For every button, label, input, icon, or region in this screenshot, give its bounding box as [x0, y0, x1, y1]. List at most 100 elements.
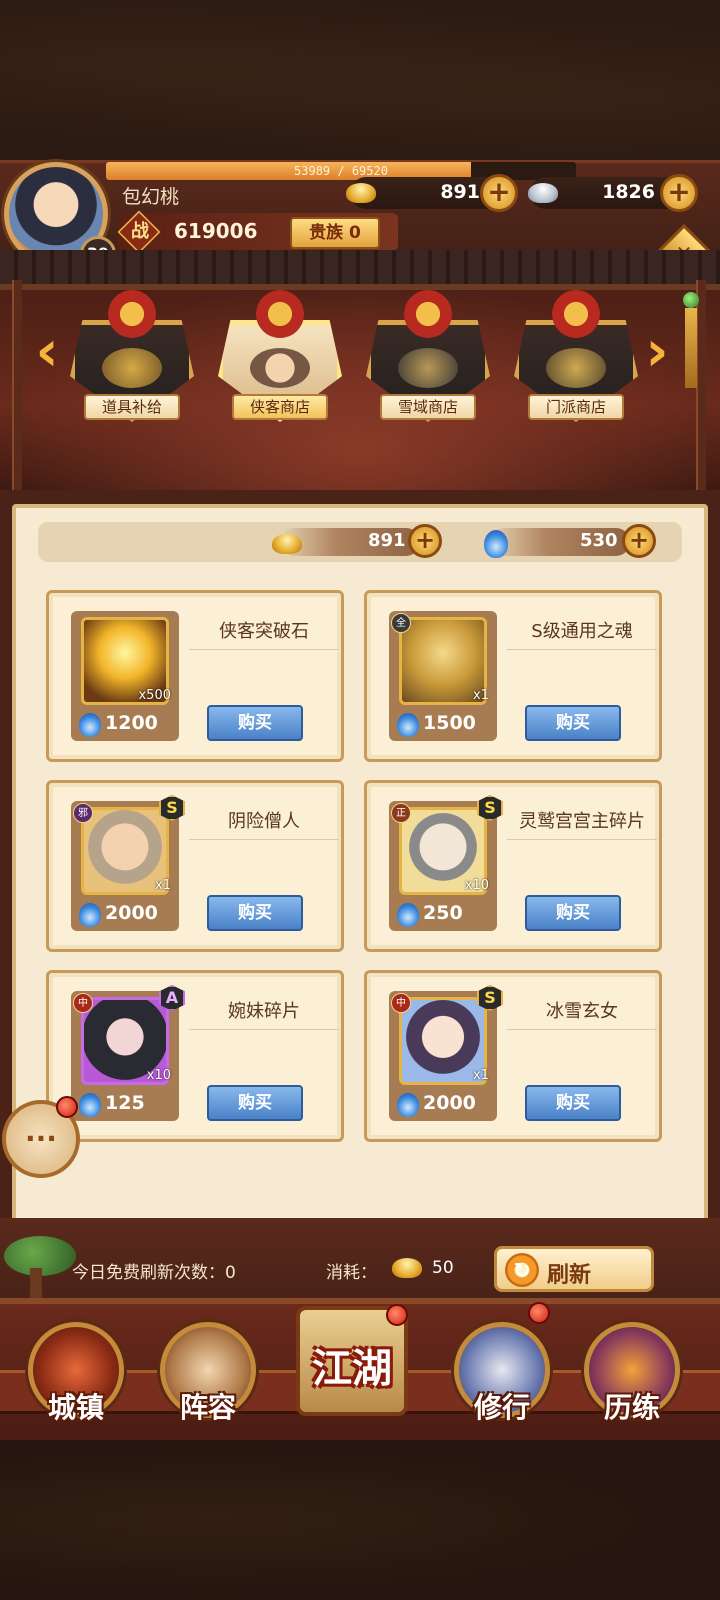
refresh-icon: ↻: [505, 1253, 539, 1287]
free-refresh-text: 今日免费刷新次数：0: [72, 1258, 236, 1283]
blue-soul-flame-icon: [79, 1093, 101, 1117]
item-quantity: x1: [155, 878, 171, 893]
item-frame: 中 A x10 125: [71, 985, 185, 1121]
refresh-button[interactable]: ↻ 刷新: [494, 1246, 654, 1292]
knot-ornament-icon: [256, 290, 304, 338]
consume-label: 消耗：: [326, 1263, 377, 1283]
blue-soul-flame-icon: [397, 903, 419, 927]
buy-button[interactable]: 购买: [525, 1085, 621, 1121]
item-frame: 全 x1 1500: [389, 611, 497, 741]
shop-item-card: 中 A x10 125 婉妹碎片 购买: [46, 970, 344, 1142]
shop-item-card: 中 S x1 2000 冰雪玄女 购买: [364, 970, 662, 1142]
blue-soul-flame-icon: [484, 530, 508, 558]
consume-value: 50: [432, 1258, 454, 1278]
item-name: 阴险僧人: [189, 807, 339, 840]
tassel-decoration: [685, 308, 697, 388]
gold-value: 891: [440, 181, 480, 203]
gold-ingot-icon: [392, 1258, 422, 1278]
jade-bead-icon: [683, 292, 699, 308]
item-quantity: x10: [146, 1068, 171, 1083]
item-quantity: x10: [464, 878, 489, 893]
tab-hero-shop[interactable]: 侠客商店: [218, 290, 342, 422]
tab-label: 雪域商店: [380, 394, 476, 420]
item-quantity: x1: [473, 1068, 489, 1083]
combat-power-value: 619006: [174, 219, 258, 243]
item-price: 2000: [423, 1092, 476, 1114]
item-frame: 正 S x10 250: [389, 795, 503, 931]
item-price: 2000: [105, 902, 158, 924]
buy-button[interactable]: 购买: [525, 895, 621, 931]
shop-item-card: 邪 S x1 2000 阴险僧人 购买: [46, 780, 344, 952]
shop-item-card: 全 x1 1500 S级通用之魂 购买: [364, 590, 662, 762]
refresh-button-label: 刷新: [547, 1263, 592, 1288]
noble-button[interactable]: 贵族 0: [290, 217, 380, 249]
panel-gold-value: 891: [368, 530, 406, 551]
panel-soul-value: 530: [580, 530, 618, 551]
shop-item-card: 正 S x10 250 灵鹫宫宫主碎片 购买: [364, 780, 662, 952]
tab-snow-shop[interactable]: 雪域商店: [366, 290, 490, 422]
item-name: 冰雪玄女: [507, 997, 657, 1030]
blue-soul-flame-icon: [397, 713, 419, 737]
tab-sect-shop[interactable]: 门派商店: [514, 290, 638, 422]
buy-button[interactable]: 购买: [525, 705, 621, 741]
next-shop-arrow[interactable]: ›: [640, 322, 674, 382]
knot-ornament-icon: [552, 290, 600, 338]
roof-tiles: [0, 250, 720, 290]
nav-town-label: 城镇: [47, 1391, 104, 1424]
faction-tag: 全: [391, 613, 411, 633]
nav-cultivation-label: 修行: [473, 1391, 530, 1424]
add-panel-soul-button[interactable]: +: [622, 524, 656, 558]
combat-power-icon-label: 战: [131, 221, 149, 242]
left-pillar: [12, 280, 22, 490]
item-name: S级通用之魂: [507, 617, 657, 650]
item-frame: 中 S x1 2000: [389, 985, 503, 1121]
buy-button[interactable]: 购买: [207, 895, 303, 931]
tab-label: 门派商店: [528, 394, 624, 420]
blue-soul-flame-icon: [397, 1093, 419, 1117]
snow-mountain-icon: [398, 348, 458, 388]
blue-soul-flame-icon: [79, 903, 101, 927]
buy-button[interactable]: 购买: [207, 1085, 303, 1121]
knot-ornament-icon: [404, 290, 452, 338]
free-refresh-count: 0: [225, 1263, 236, 1283]
prev-shop-arrow[interactable]: ‹: [30, 322, 64, 382]
bottom-background: [0, 1440, 720, 1600]
buy-button[interactable]: 购买: [207, 705, 303, 741]
item-price: 250: [423, 902, 463, 924]
hero-portrait-icon: [250, 348, 310, 388]
item-quantity: x1: [473, 688, 489, 703]
top-background: [0, 0, 720, 160]
faction-tag: 中: [391, 993, 411, 1013]
add-gold-button[interactable]: +: [480, 174, 518, 212]
add-silver-button[interactable]: +: [660, 174, 698, 212]
right-pillar: [696, 280, 706, 490]
nav-training-label: 历练: [603, 1391, 660, 1424]
faction-tag: 邪: [73, 803, 93, 823]
nav-jianghu-label: 江湖: [312, 1346, 392, 1392]
faction-tag: 正: [391, 803, 411, 823]
tab-item-supply[interactable]: 道具补给: [70, 290, 194, 422]
item-frame: x500 1200: [71, 611, 179, 741]
item-quantity: x500: [138, 688, 171, 703]
item-name: 灵鹫宫宫主碎片: [507, 807, 657, 840]
free-refresh-label: 今日免费刷新次数：: [72, 1263, 225, 1283]
knot-ornament-icon: [108, 290, 156, 338]
item-price: 1500: [423, 712, 476, 734]
tab-label: 侠客商店: [232, 394, 328, 420]
item-price: 125: [105, 1092, 145, 1114]
faction-tag: 中: [73, 993, 93, 1013]
blue-soul-flame-icon: [79, 713, 101, 737]
jianghu-notification-dot: [386, 1304, 408, 1326]
gold-ingot-icon: [346, 183, 376, 203]
silver-value: 1826: [602, 181, 655, 203]
item-name: 侠客突破石: [189, 617, 339, 650]
item-name: 婉妹碎片: [189, 997, 339, 1030]
cultivation-notification-dot: [528, 1302, 550, 1324]
palace-icon: [546, 348, 606, 388]
flower-pattern-icon: [102, 348, 162, 388]
silver-ingot-icon: [528, 183, 558, 203]
player-name: 包幻桃: [122, 186, 180, 208]
add-panel-gold-button[interactable]: +: [408, 524, 442, 558]
shop-item-card: x500 1200 侠客突破石 购买: [46, 590, 344, 762]
gold-ingot-icon: [272, 534, 302, 554]
